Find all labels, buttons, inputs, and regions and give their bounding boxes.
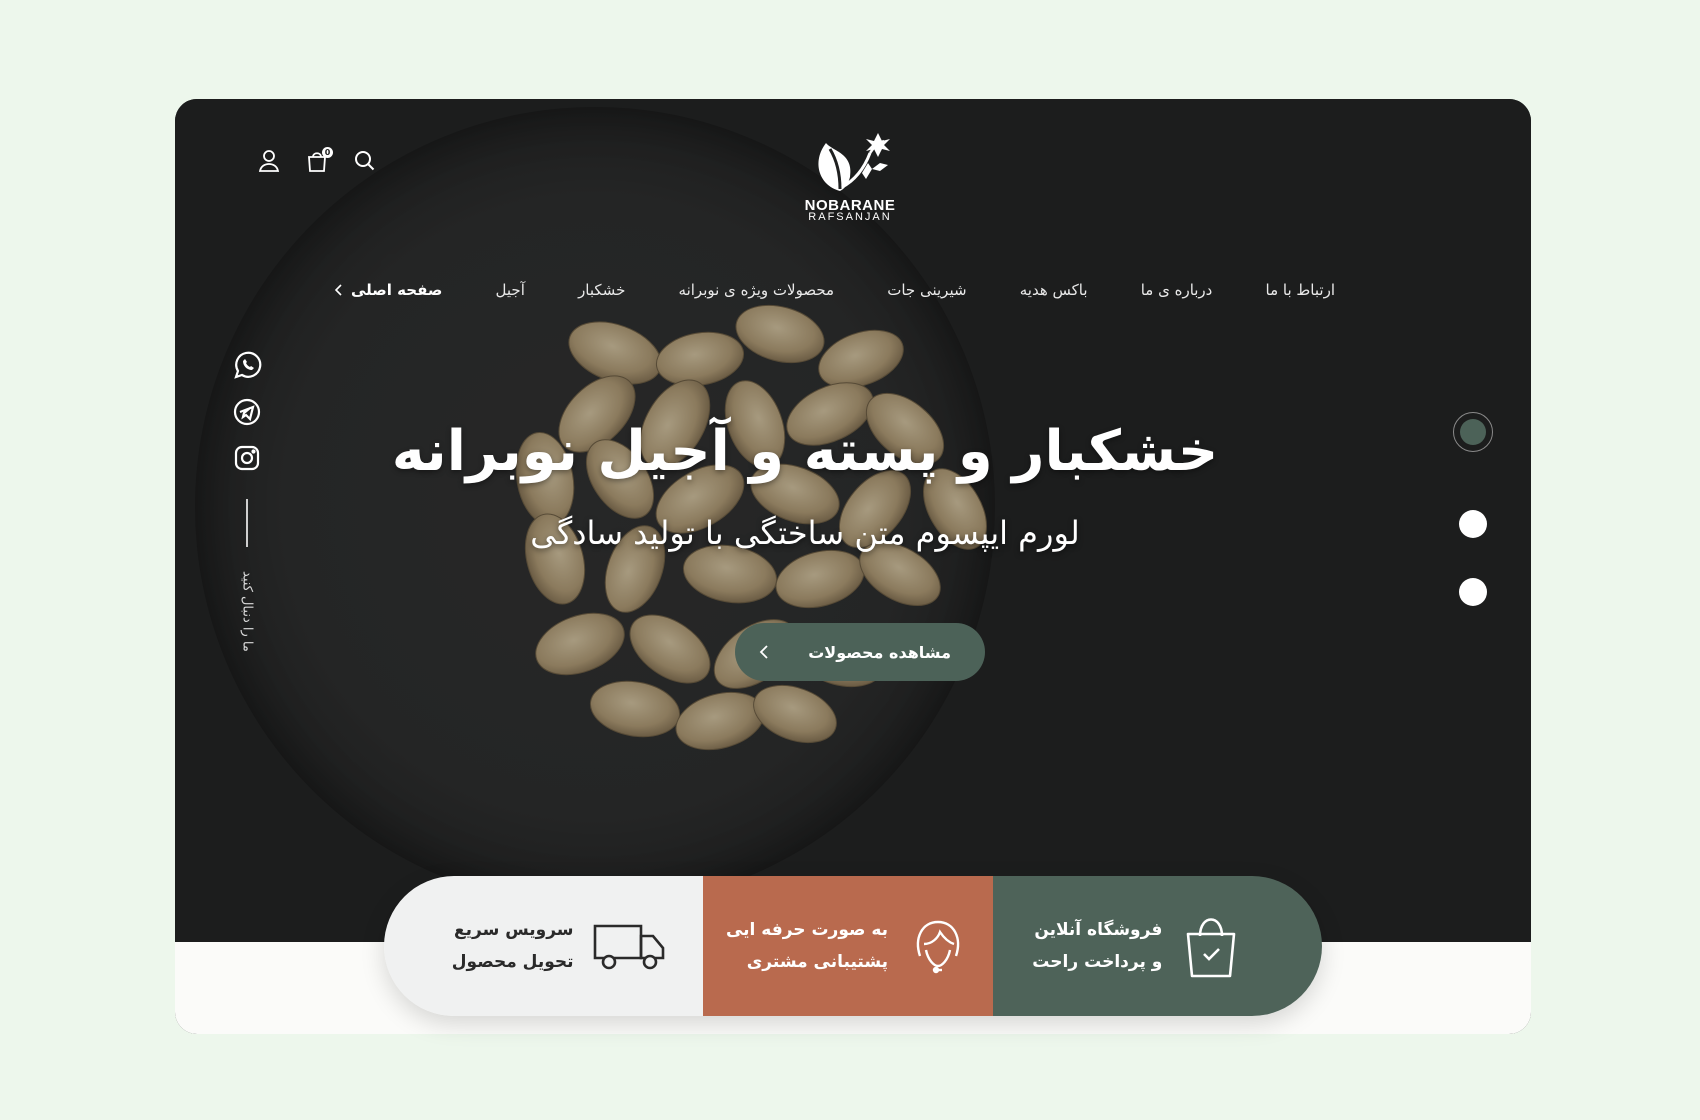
feature-customer-support-line1: به صورت حرفه ایی	[725, 920, 889, 940]
hero-subtitle: لورم ایپسوم متن ساختگی با تولید سادگی	[530, 514, 1080, 552]
nav-item-sweets[interactable]: شیرینی جات	[887, 281, 966, 299]
header-icons: 0	[255, 147, 379, 175]
nav-item-special-products[interactable]: محصولات ویژه ی نوبرانه	[679, 281, 835, 299]
delivery-truck-icon	[593, 924, 664, 970]
slider-dot-3[interactable]	[1459, 578, 1487, 606]
feature-customer-support-line2: پشتیبانی مشتری	[746, 952, 889, 972]
chevron-left-icon	[335, 284, 342, 296]
nav-item-home[interactable]: صفحه اصلی	[335, 281, 442, 299]
feature-fast-delivery-line2: تحویل محصول	[451, 952, 574, 972]
feature-online-store-line1: فروشگاه آنلاین	[1034, 920, 1163, 940]
view-products-label: مشاهده محصولات	[808, 642, 951, 662]
slider-dot-1[interactable]	[1453, 412, 1493, 452]
user-icon[interactable]	[255, 147, 283, 175]
feature-online-store-line2: و پرداخت راحت	[1032, 952, 1163, 972]
feature-online-store: فروشگاه آنلاین و پرداخت راحت	[992, 876, 1322, 1016]
brand-logo[interactable]: NOBARANE RAFSANJAN	[795, 129, 905, 223]
nav-item-gift-box[interactable]: باکس هدیه	[1020, 281, 1088, 299]
feature-online-store-text: فروشگاه آنلاین و پرداخت راحت	[1032, 914, 1162, 978]
chevron-left-icon	[759, 645, 768, 659]
slider-dots	[1451, 412, 1495, 606]
nav-item-dried-fruits[interactable]: خشکبار	[578, 281, 625, 299]
instagram-icon[interactable]	[230, 441, 264, 475]
leaf-logo-icon	[818, 133, 890, 191]
cart-count-badge: 0	[322, 147, 333, 158]
feature-customer-support-text: به صورت حرفه ایی پشتیبانی مشتری	[726, 914, 888, 978]
brand-subtitle: RAFSANJAN	[808, 211, 892, 223]
nav-item-about[interactable]: درباره ی ما	[1141, 281, 1213, 299]
telegram-icon[interactable]	[230, 395, 264, 429]
feature-fast-delivery: سرویس سریع تحویل محصول	[384, 876, 704, 1016]
slider-dot-2[interactable]	[1459, 510, 1487, 538]
support-agent-icon	[916, 920, 960, 974]
features-bar: سرویس سریع تحویل محصول به صورت حرفه ایی …	[384, 876, 1322, 1016]
hero-title: خشکبار و پسته و آجیل نوبرانه	[391, 419, 1219, 484]
view-products-button[interactable]: مشاهده محصولات	[735, 623, 985, 681]
social-links: ما را دنبال کنید	[230, 349, 264, 652]
follow-us-label: ما را دنبال کنید	[239, 571, 255, 652]
nav-item-nuts[interactable]: آجیل	[496, 281, 525, 299]
feature-fast-delivery-text: سرویس سریع تحویل محصول	[452, 914, 574, 978]
hero-section: 0 NOBARANE RAFSANJAN صفحه اصلی آجیل خشکب…	[175, 99, 1531, 942]
cart-icon[interactable]: 0	[303, 147, 333, 175]
nav-item-home-label: صفحه اصلی	[351, 281, 443, 299]
search-icon[interactable]	[351, 147, 379, 175]
whatsapp-icon[interactable]	[230, 349, 264, 383]
feature-customer-support: به صورت حرفه ایی پشتیبانی مشتری	[703, 876, 993, 1016]
shopping-bag-icon	[1187, 918, 1236, 978]
main-nav: صفحه اصلی آجیل خشکبار محصولات ویژه ی نوب…	[335, 275, 1335, 305]
nav-item-contact[interactable]: ارتباط با ما	[1266, 281, 1335, 299]
social-divider	[246, 499, 248, 547]
feature-fast-delivery-line1: سرویس سریع	[454, 920, 574, 940]
